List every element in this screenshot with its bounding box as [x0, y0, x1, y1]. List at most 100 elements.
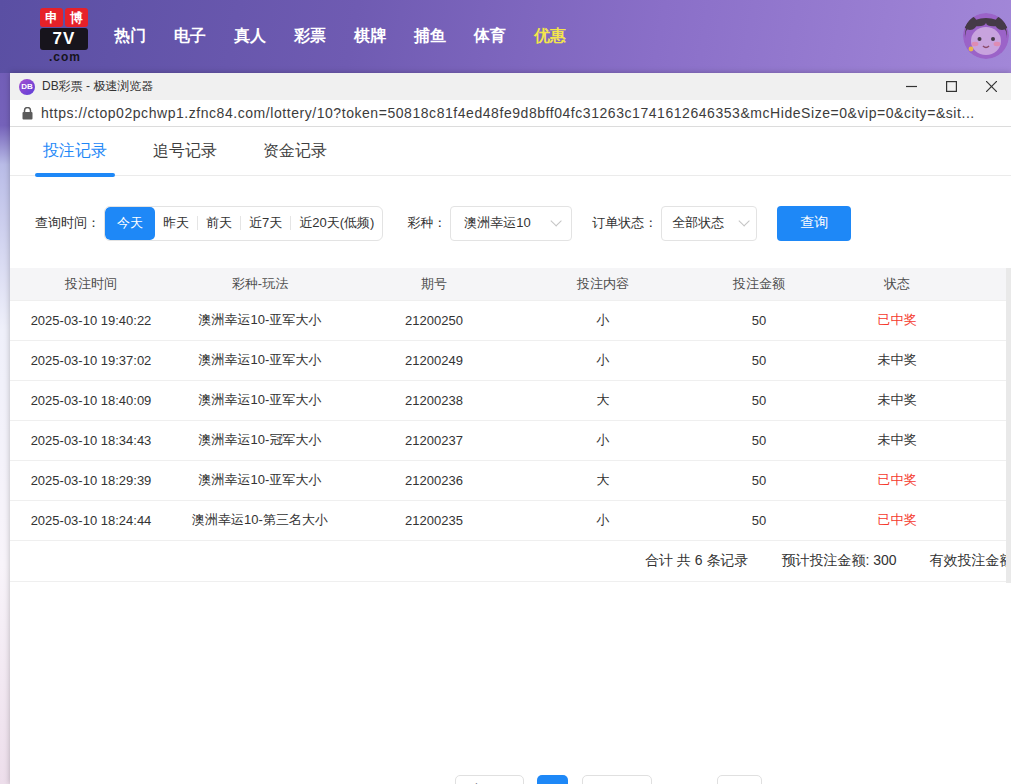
summary-total: 合计 共 6 条记录: [645, 552, 748, 570]
browser-window: DB DB彩票 - 极速浏览器 https://ctop02pchwp1.zfn…: [10, 73, 1011, 784]
nav-menu: 热门电子真人彩票棋牌捕鱼体育优惠: [100, 0, 580, 73]
tab[interactable]: 资金记录: [255, 127, 335, 175]
table-row: 2025-03-10 19:37:02澳洲幸运10-亚军大小21200249小5…: [10, 340, 1006, 380]
cell-content: 大: [520, 460, 686, 500]
cell-game: 澳洲幸运10-亚军大小: [172, 380, 348, 420]
lock-icon: [22, 107, 33, 120]
cell-time: 2025-03-10 18:29:39: [10, 460, 172, 500]
bet-records-table: 投注时间彩种-玩法期号投注内容投注金额状态 2025-03-10 19:40:2…: [10, 268, 1006, 541]
nav-item[interactable]: 彩票: [280, 26, 340, 47]
address-bar[interactable]: https://ctop02pchwp1.zfnc84.com/lottery/…: [10, 100, 1011, 127]
cell-content: 大: [520, 380, 686, 420]
time-option[interactable]: 近20天(低频): [291, 207, 382, 240]
cell-amount: 50: [686, 420, 832, 460]
table-summary-row: 合计 共 6 条记录 预计投注金额: 300 有效投注金额: [10, 541, 1006, 582]
nav-item[interactable]: 电子: [160, 26, 220, 47]
cell-content: 小: [520, 300, 686, 340]
logo-badge-right: 博: [65, 8, 88, 27]
time-option[interactable]: 前天: [198, 207, 240, 240]
cell-status: 已中奖: [832, 300, 962, 340]
time-option[interactable]: 近7天: [241, 207, 290, 240]
cell-filler: [962, 500, 1006, 540]
nav-item[interactable]: 棋牌: [340, 26, 400, 47]
cell-status: 已中奖: [832, 500, 962, 540]
table-header-cell: 投注时间: [10, 268, 172, 300]
cell-status: 未中奖: [832, 380, 962, 420]
time-option[interactable]: 今天: [105, 207, 155, 240]
nav-item[interactable]: 真人: [220, 26, 280, 47]
close-button[interactable]: [971, 73, 1011, 100]
tab[interactable]: 追号记录: [145, 127, 225, 175]
status-filter-label: 订单状态：: [592, 214, 657, 232]
cell-filler: [962, 340, 1006, 380]
cell-game: 澳洲幸运10-亚军大小: [172, 300, 348, 340]
cell-content: 小: [520, 340, 686, 380]
table-row: 2025-03-10 18:29:39澳洲幸运10-亚军大小21200236大5…: [10, 460, 1006, 500]
table-row: 2025-03-10 18:40:09澳洲幸运10-亚军大小21200238大5…: [10, 380, 1006, 420]
cell-issue: 21200238: [348, 380, 520, 420]
pagination-next-button[interactable]: 下一页: [582, 775, 652, 784]
summary-expected: 预计投注金额: 300: [781, 552, 896, 570]
table-header-row: 投注时间彩种-玩法期号投注内容投注金额状态: [10, 268, 1006, 300]
filter-bar: 查询时间： 今天昨天前天近7天近20天(低频) 彩种： 澳洲幸运10 订单状态：…: [10, 205, 1011, 241]
cell-game: 澳洲幸运10-冠军大小: [172, 420, 348, 460]
tab[interactable]: 投注记录: [35, 127, 115, 175]
pagination-current-page[interactable]: 1: [537, 775, 568, 784]
cell-issue: 21200249: [348, 340, 520, 380]
cell-time: 2025-03-10 19:37:02: [10, 340, 172, 380]
page-content: 投注记录追号记录资金记录 查询时间： 今天昨天前天近7天近20天(低频) 彩种：…: [10, 127, 1011, 784]
record-tabs: 投注记录追号记录资金记录: [10, 127, 1011, 176]
pagination-jump-input[interactable]: [717, 775, 762, 784]
pagination-prev-button[interactable]: 上一页: [455, 775, 524, 784]
cell-time: 2025-03-10 18:34:43: [10, 420, 172, 460]
cell-game: 澳洲幸运10-亚军大小: [172, 460, 348, 500]
window-title: DB彩票 - 极速浏览器: [42, 78, 153, 95]
cell-filler: [962, 420, 1006, 460]
lottery-select[interactable]: 澳洲幸运10: [450, 206, 572, 241]
table-body: 2025-03-10 19:40:22澳洲幸运10-亚军大小21200250小5…: [10, 300, 1006, 540]
table-header-cell-filler: [962, 268, 1006, 300]
table-header-cell: 投注金额: [686, 268, 832, 300]
logo-7v: 7V: [40, 28, 88, 50]
cell-game: 澳洲幸运10-第三名大小: [172, 500, 348, 540]
favicon-db-icon: DB: [19, 79, 35, 95]
cell-amount: 50: [686, 300, 832, 340]
maximize-button[interactable]: [931, 73, 971, 100]
time-option[interactable]: 昨天: [155, 207, 197, 240]
table-scroll-strip[interactable]: [1006, 268, 1011, 583]
search-button[interactable]: 查询: [777, 206, 851, 241]
table-row: 2025-03-10 18:24:44澳洲幸运10-第三名大小21200235小…: [10, 500, 1006, 540]
cell-amount: 50: [686, 500, 832, 540]
url-text: https://ctop02pchwp1.zfnc84.com/lottery/…: [41, 105, 975, 121]
time-filter-label: 查询时间：: [35, 214, 100, 232]
logo-com: .com: [40, 50, 90, 64]
cell-status: 未中奖: [832, 420, 962, 460]
table-header-cell: 期号: [348, 268, 520, 300]
lottery-select-value: 澳洲幸运10: [464, 214, 530, 232]
minimize-button[interactable]: [891, 73, 931, 100]
status-select[interactable]: 全部状态: [661, 206, 757, 241]
cell-time: 2025-03-10 19:40:22: [10, 300, 172, 340]
chevron-down-icon: [739, 215, 750, 226]
table-row: 2025-03-10 18:34:43澳洲幸运10-冠军大小21200237小5…: [10, 420, 1006, 460]
cell-content: 小: [520, 500, 686, 540]
cell-time: 2025-03-10 18:40:09: [10, 380, 172, 420]
cell-filler: [962, 300, 1006, 340]
user-avatar[interactable]: [963, 13, 1009, 59]
status-select-value: 全部状态: [672, 214, 724, 232]
nav-item[interactable]: 体育: [460, 26, 520, 47]
cell-content: 小: [520, 420, 686, 460]
nav-item[interactable]: 捕鱼: [400, 26, 460, 47]
top-navbar: 申 博 7V .com 热门电子真人彩票棋牌捕鱼体育优惠: [0, 0, 1011, 73]
site-logo[interactable]: 申 博 7V .com: [40, 8, 90, 66]
nav-item[interactable]: 热门: [100, 26, 160, 47]
cell-issue: 21200235: [348, 500, 520, 540]
nav-item[interactable]: 优惠: [520, 26, 580, 47]
cell-status: 未中奖: [832, 340, 962, 380]
time-filter-group: 今天昨天前天近7天近20天(低频): [104, 206, 383, 241]
logo-badge-left: 申: [40, 8, 63, 27]
cell-amount: 50: [686, 380, 832, 420]
cell-amount: 50: [686, 460, 832, 500]
pagination: 上一页 1 下一页: [10, 775, 1011, 784]
cell-time: 2025-03-10 18:24:44: [10, 500, 172, 540]
